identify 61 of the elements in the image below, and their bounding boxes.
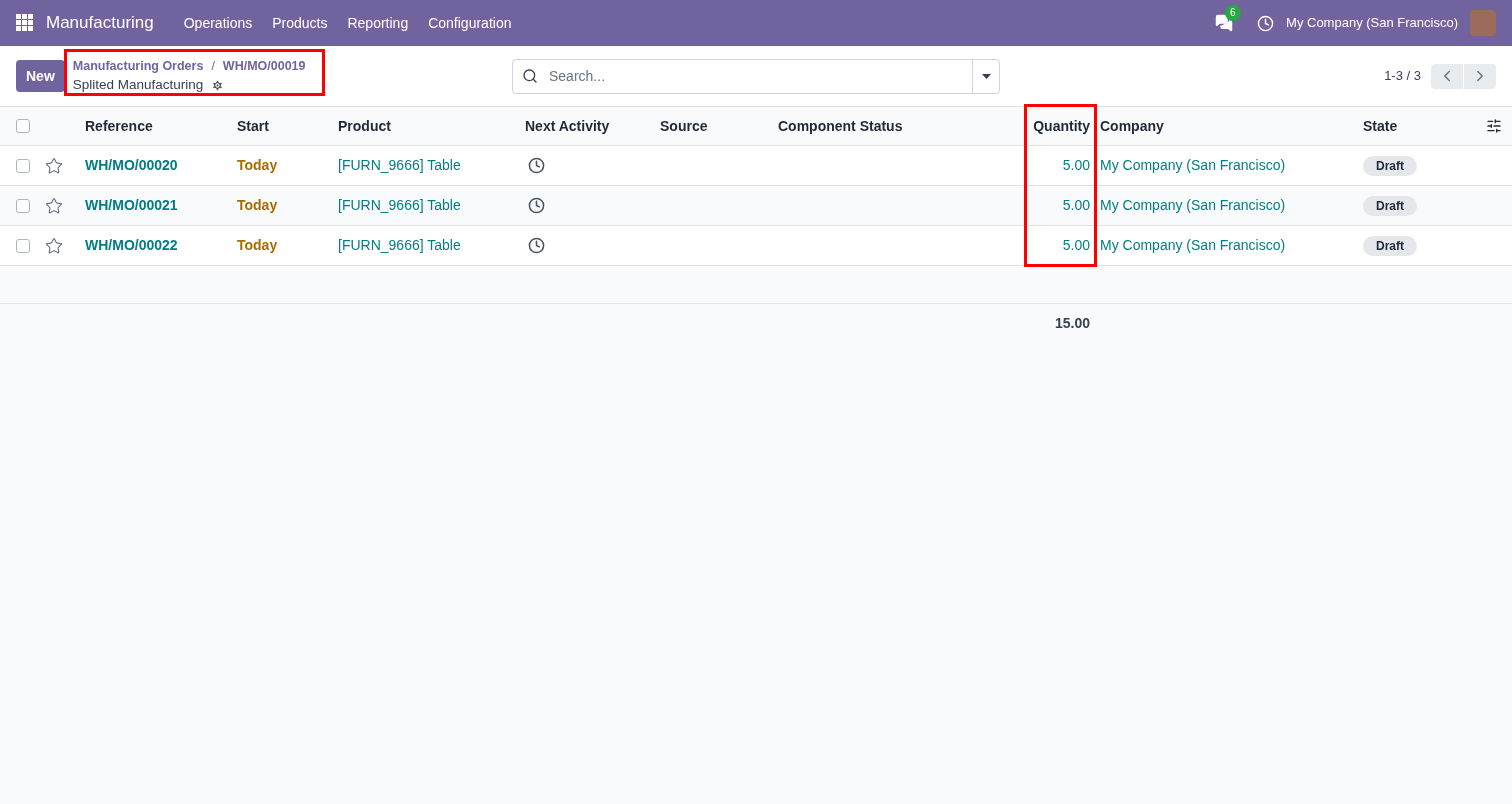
column-header[interactable]: Source <box>660 115 778 137</box>
quantity-total: 15.00 <box>1053 313 1091 333</box>
star-icon[interactable] <box>45 156 63 175</box>
breadcrumb-separator: / <box>211 57 215 75</box>
breadcrumb-link[interactable]: WH/MO/00019 <box>222 56 306 76</box>
search-field[interactable]: Search... <box>512 58 1000 94</box>
activity-clock-icon[interactable] <box>528 157 545 174</box>
page-title: Splited Manufacturing <box>72 76 204 95</box>
app-name[interactable]: Manufacturing <box>46 10 154 36</box>
breadcrumb-link[interactable]: Manufacturing Orders <box>72 56 204 76</box>
previous-button[interactable] <box>1431 63 1463 89</box>
start-date: Today <box>237 156 279 175</box>
new-button[interactable]: New <box>16 60 65 92</box>
state-badge: Draft <box>1363 155 1417 176</box>
clock-icon[interactable] <box>1257 14 1275 32</box>
activity-clock-icon[interactable] <box>528 197 545 214</box>
search-icon <box>522 67 538 84</box>
checkbox[interactable] <box>16 198 30 213</box>
reference-link[interactable]: WH/MO/00022 <box>85 235 237 256</box>
start-date: Today <box>237 196 279 215</box>
activity-clock-icon[interactable] <box>528 237 545 254</box>
menu-item[interactable]: Reporting <box>337 12 419 34</box>
column-header[interactable]: Quantity <box>1030 115 1095 137</box>
quantity-value: 5.00 <box>1061 196 1091 215</box>
next-button[interactable] <box>1464 63 1496 89</box>
product-link[interactable]: [FURN_9666] Table <box>338 235 525 256</box>
apps-grid-icon[interactable] <box>16 14 34 32</box>
reference-link[interactable]: WH/MO/00020 <box>85 155 237 176</box>
menu-item[interactable]: Products <box>262 12 338 34</box>
column-header[interactable]: Next Activity <box>525 115 660 137</box>
reference-link[interactable]: WH/MO/00021 <box>85 195 237 216</box>
caret-icon <box>982 73 991 79</box>
company-link[interactable]: My Company (San Francisco) <box>1095 195 1363 216</box>
start-date: Today <box>237 236 279 255</box>
menu-item[interactable]: Operations <box>173 12 263 34</box>
checkbox[interactable] <box>16 119 30 133</box>
quantity-value: 5.00 <box>1061 156 1091 175</box>
column-options-icon[interactable] <box>1486 118 1502 134</box>
checkbox[interactable] <box>16 158 30 173</box>
company-link[interactable]: My Company (San Francisco) <box>1095 235 1363 256</box>
settings-icon[interactable] <box>211 78 225 92</box>
notification-badge: 6 <box>1225 5 1241 21</box>
state-badge: Draft <box>1363 235 1417 256</box>
column-header[interactable]: Product <box>338 115 525 137</box>
star-icon[interactable] <box>45 196 63 215</box>
column-header[interactable]: Component Status <box>778 115 1030 137</box>
menu-item[interactable]: Configuration <box>418 12 522 34</box>
quantity-value: 5.00 <box>1061 236 1091 255</box>
checkbox[interactable] <box>16 238 30 253</box>
star-icon[interactable] <box>45 236 63 255</box>
company-switcher[interactable]: My Company (San Francisco) <box>1286 13 1458 33</box>
product-link[interactable]: [FURN_9666] Table <box>338 195 525 216</box>
column-header[interactable]: State <box>1363 115 1475 137</box>
state-badge: Draft <box>1363 195 1417 216</box>
column-header[interactable]: Company <box>1095 115 1363 137</box>
pager-value: 1-3 / 3 <box>1384 67 1421 86</box>
column-header[interactable]: Reference <box>85 115 237 137</box>
column-header[interactable]: Start <box>237 115 338 137</box>
messages-icon[interactable] <box>1215 14 1234 32</box>
product-link[interactable]: [FURN_9666] Table <box>338 155 525 176</box>
company-link[interactable]: My Company (San Francisco) <box>1095 155 1363 176</box>
